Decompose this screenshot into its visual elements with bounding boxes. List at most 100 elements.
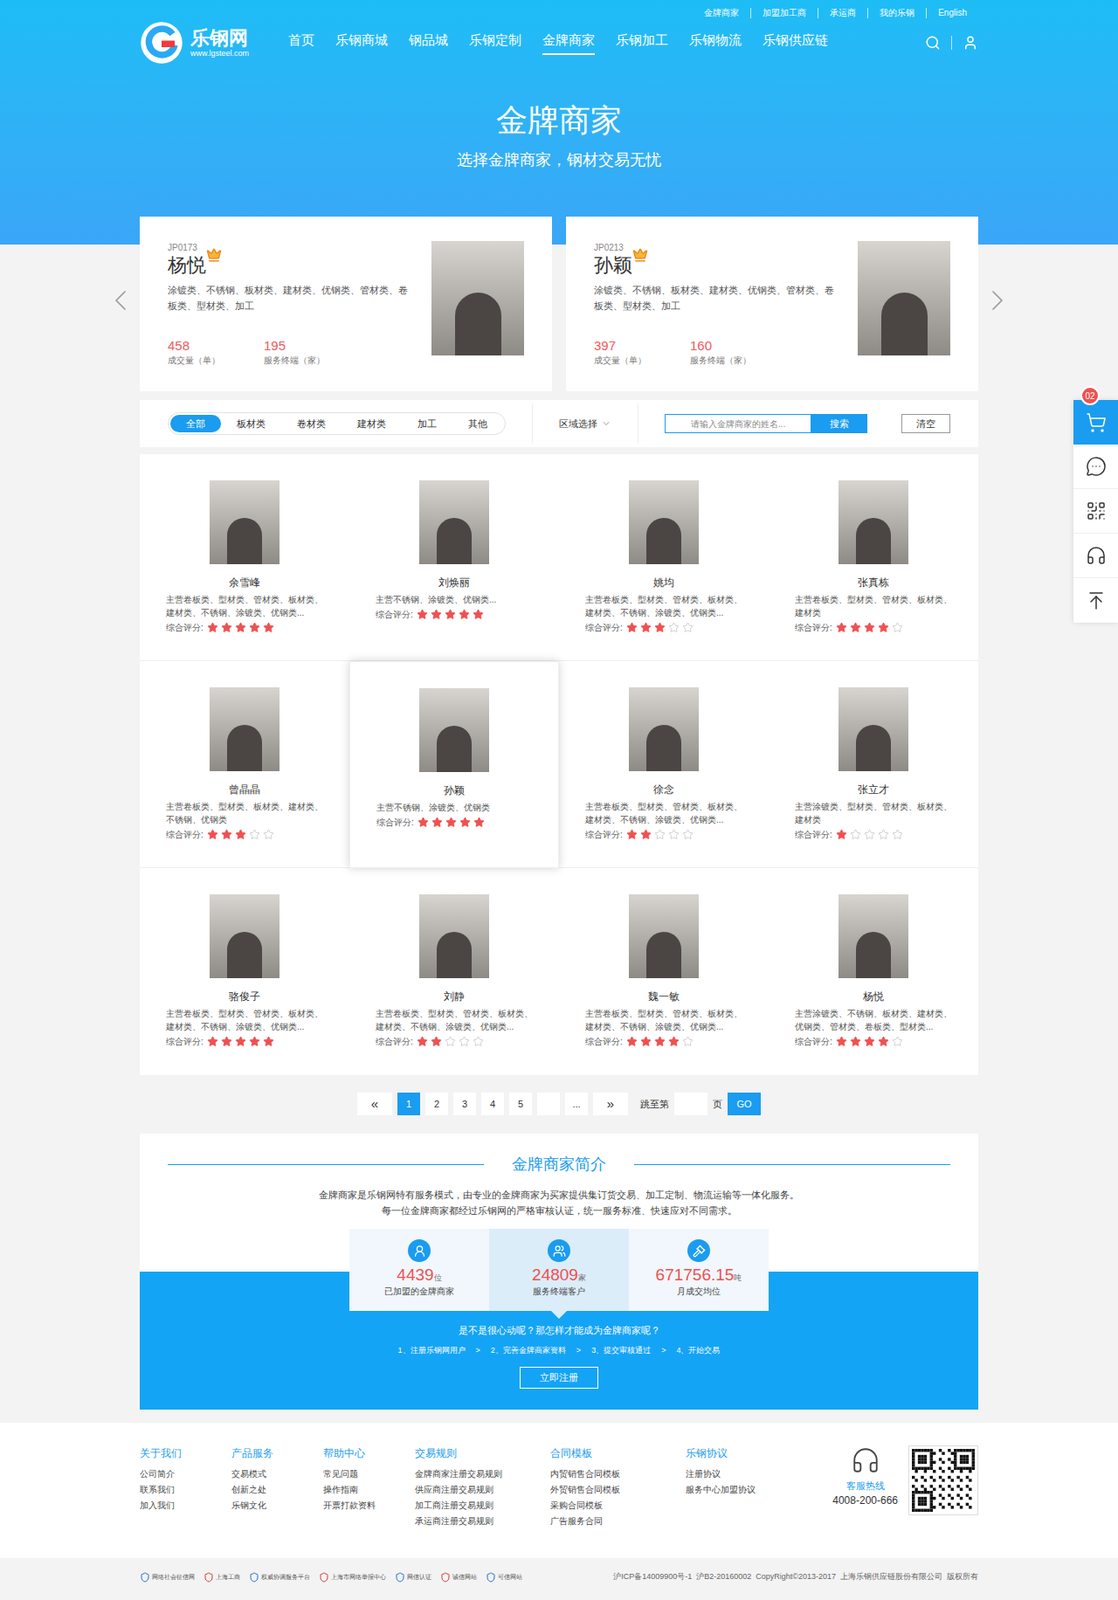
- prev-arrow-icon[interactable]: [103, 282, 139, 318]
- footer-link[interactable]: 外贸销售合同模板: [550, 1482, 686, 1498]
- category-tab[interactable]: 建材类: [341, 414, 402, 433]
- nav-item[interactable]: 钢品城: [408, 30, 449, 56]
- footer-link[interactable]: 承运商注册交易规则: [414, 1513, 551, 1530]
- cart-button[interactable]: [1073, 400, 1118, 445]
- footer-link[interactable]: 广告服务合同: [550, 1513, 686, 1530]
- merchant-card[interactable]: 刘静主营卷板类、型材类、管材类、板材类、建材类、不锈钢、涂镀类、优钢类...综合…: [349, 868, 559, 1076]
- footer-link[interactable]: 供应商注册交易规则: [414, 1482, 551, 1498]
- nav-item[interactable]: 乐钢加工: [615, 30, 669, 56]
- top-link[interactable]: English: [925, 7, 979, 19]
- back-to-top-button[interactable]: [1073, 578, 1118, 623]
- merchant-card[interactable]: 张立才主营涂镀类、型材类、管材类、板材类、建材类综合评分:: [768, 661, 979, 869]
- page-button[interactable]: 4: [481, 1092, 504, 1116]
- register-button[interactable]: 立即注册: [519, 1366, 599, 1389]
- footer-link[interactable]: 加入我们: [139, 1497, 232, 1514]
- qr-button[interactable]: [1073, 489, 1118, 534]
- search-button[interactable]: 搜索: [811, 414, 868, 434]
- featured-card[interactable]: JP0173杨悦涂镀类、不锈钢、板材类、建材类、优钢类、管材类、卷板类、型材类、…: [139, 216, 553, 392]
- merchant-card[interactable]: 孙颖主营不锈钢、涂镀类、优钢类综合评分:: [349, 661, 559, 869]
- go-button[interactable]: GO: [727, 1092, 761, 1116]
- page-button[interactable]: 2: [425, 1092, 449, 1116]
- star-icon: [416, 608, 428, 621]
- certification-badge[interactable]: 权威协调服务平台: [248, 1572, 311, 1583]
- prev-page[interactable]: «: [357, 1092, 393, 1116]
- page-button[interactable]: ...: [565, 1092, 588, 1116]
- page-button[interactable]: 1: [397, 1092, 421, 1116]
- footer-link[interactable]: 采购合同模板: [550, 1497, 686, 1514]
- intro-text: 每一位金牌商家都经过乐钢网的严格审核认证，统一服务标准、快速应对不同需求。: [139, 1202, 979, 1219]
- footer-link[interactable]: 内贸销售合同模板: [550, 1466, 686, 1483]
- merchant-card[interactable]: 张真栋主营卷板类、型材类、管材类、板材类、建材类综合评分:: [768, 454, 979, 662]
- star-icon: [682, 1035, 694, 1048]
- merchant-card[interactable]: 徐念主营卷板类、型材类、管材类、板材类、建材类、不锈钢、涂镀类、优钢类...综合…: [559, 661, 769, 869]
- footer-link[interactable]: 联系我们: [139, 1482, 232, 1498]
- category-tab[interactable]: 加工: [401, 414, 453, 433]
- nav-item[interactable]: 金牌商家: [542, 30, 595, 56]
- footer-link[interactable]: 公司简介: [139, 1466, 232, 1483]
- user-icon[interactable]: [962, 34, 979, 51]
- featured-card[interactable]: JP0213孙颖涂镀类、不锈钢、板材类、建材类、优钢类、管材类、卷板类、型材类、…: [565, 216, 979, 392]
- intro-text: 金牌商家是乐钢网特有服务模式，由专业的金牌商家为买家提供集订货交易、加工定制、物…: [139, 1187, 979, 1203]
- star-rating: [207, 828, 275, 841]
- hero-subtitle: 选择金牌商家，钢材交易无忧: [139, 148, 979, 173]
- footer-link[interactable]: 常见问题: [323, 1466, 415, 1483]
- star-icon: [207, 1035, 219, 1048]
- merchant-card[interactable]: 骆俊子主营卷板类、型材类、管材类、板材类、建材类、不锈钢、涂镀类、优钢类...综…: [139, 868, 350, 1076]
- merchant-card[interactable]: 杨悦主营涂镀类、不锈钢、板材类、建材类、优钢类、管材类、卷板类、型材类...综合…: [768, 868, 979, 1076]
- merchant-card[interactable]: 余雪峰主营卷板类、型材类、管材类、板材类、建材类、不锈钢、涂镀类、优钢类...综…: [139, 454, 350, 662]
- region-select[interactable]: 区域选择: [532, 416, 638, 432]
- logo[interactable]: 乐钢网www.lgsteel.com: [139, 20, 289, 65]
- merchant-card[interactable]: 姚均主营卷板类、型材类、管材类、板材类、建材类、不锈钢、涂镀类、优钢类...综合…: [559, 454, 769, 662]
- certification-badge[interactable]: 网信认证: [394, 1572, 432, 1583]
- category-tabs: 全部板材类卷材类建材类加工其他: [167, 412, 506, 435]
- footer-title: 帮助中心: [323, 1445, 415, 1462]
- certification-badge[interactable]: 上海市网络举报中心: [318, 1572, 387, 1583]
- nav-item[interactable]: 乐钢供应链: [762, 30, 829, 56]
- top-link[interactable]: 承运商: [817, 7, 868, 19]
- jump-label: 跳至第: [640, 1097, 670, 1112]
- clear-button[interactable]: 清空: [901, 414, 951, 434]
- category-tab[interactable]: 其他: [452, 414, 504, 433]
- nav-item[interactable]: 乐钢物流: [689, 30, 742, 56]
- certification-badge[interactable]: 网络社会征信网: [139, 1572, 195, 1583]
- footer-link[interactable]: 金牌商家注册交易规则: [414, 1466, 551, 1483]
- merchant-photo: [431, 241, 525, 356]
- next-page[interactable]: »: [593, 1092, 629, 1116]
- nav-item[interactable]: 首页: [288, 30, 315, 56]
- nav-item[interactable]: 乐钢商城: [335, 30, 388, 56]
- footer-link[interactable]: 注册协议: [685, 1466, 778, 1483]
- search-icon[interactable]: [924, 34, 941, 51]
- merchant-card[interactable]: 曾晶晶主营卷板类、型材类、板材类、建材类、不锈钢、优钢类综合评分:: [139, 661, 350, 869]
- merchant-card[interactable]: 刘焕丽主营不锈钢、涂镀类、优钢类...综合评分:: [349, 454, 559, 662]
- footer-link[interactable]: 开票打款资料: [323, 1497, 415, 1514]
- next-arrow-icon[interactable]: [979, 282, 1015, 318]
- category-tab[interactable]: 卷材类: [281, 414, 342, 433]
- category-tab[interactable]: 板材类: [220, 414, 282, 433]
- footer-link[interactable]: 加工商注册交易规则: [414, 1497, 551, 1514]
- star-icon: [473, 816, 485, 829]
- footer-link[interactable]: 交易模式: [231, 1466, 324, 1483]
- certification-badge[interactable]: 上海工商: [203, 1572, 241, 1583]
- merchant-name: 曾晶晶: [228, 781, 261, 798]
- footer-link[interactable]: 创新之处: [231, 1482, 324, 1498]
- search-input[interactable]: 请输入金牌商家的姓名...: [664, 414, 812, 434]
- page-button[interactable]: 3: [453, 1092, 477, 1116]
- star-icon: [248, 828, 261, 841]
- category-tab[interactable]: 全部: [170, 414, 221, 433]
- footer-link[interactable]: 操作指南: [323, 1482, 415, 1498]
- footer-link[interactable]: 服务中心加盟协议: [685, 1482, 778, 1498]
- star-icon: [207, 828, 219, 841]
- footer-link[interactable]: 乐钢文化: [231, 1497, 324, 1514]
- service-button[interactable]: [1073, 533, 1118, 579]
- certification-badge[interactable]: 诚信网站: [440, 1572, 477, 1583]
- page-button[interactable]: 5: [509, 1092, 532, 1116]
- top-link[interactable]: 加盟加工商: [750, 7, 818, 19]
- top-link[interactable]: 金牌商家: [692, 7, 751, 19]
- certification-badge[interactable]: 可信网站: [485, 1572, 523, 1583]
- top-link[interactable]: 我的乐钢: [867, 7, 926, 19]
- jump-input[interactable]: [674, 1092, 708, 1116]
- nav-item[interactable]: 乐钢定制: [469, 30, 522, 56]
- chat-button[interactable]: [1073, 444, 1118, 490]
- merchant-card[interactable]: 魏一敏主营卷板类、型材类、管材类、板材类、建材类、不锈钢、涂镀类、优钢类...综…: [559, 868, 769, 1076]
- page-button[interactable]: [537, 1092, 560, 1116]
